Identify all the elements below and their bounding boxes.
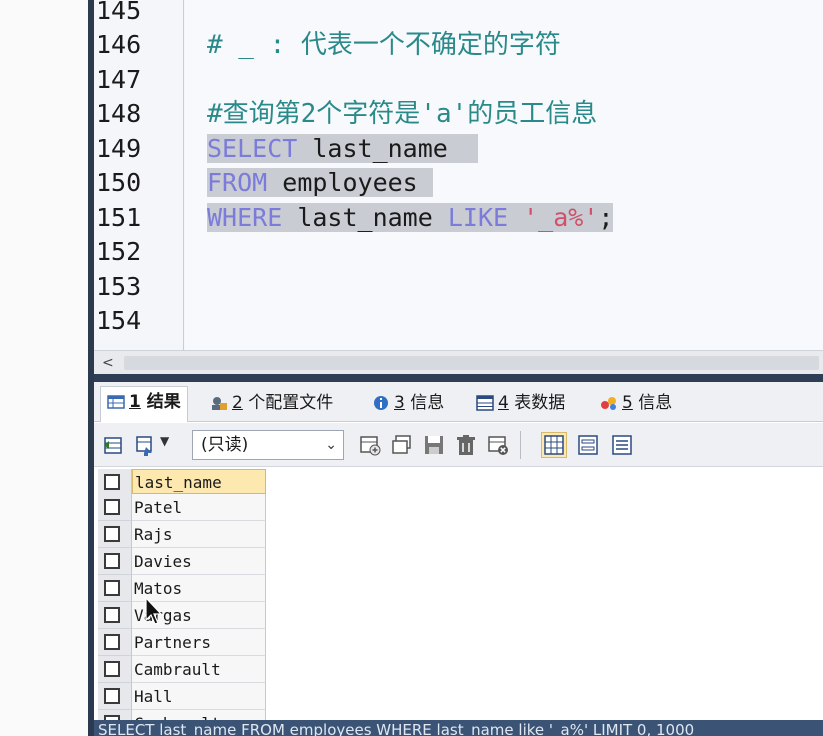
tab-profiles[interactable]: 2 个配置文件 <box>204 388 333 418</box>
line-number: 149 <box>96 134 142 163</box>
table-cell[interactable]: Cambrault <box>132 656 266 683</box>
info-icon <box>601 397 616 410</box>
row-checkbox[interactable] <box>104 661 120 677</box>
scroll-left-arrow[interactable]: < <box>102 351 114 375</box>
line-number: 145 <box>96 0 142 25</box>
row-checkbox[interactable] <box>104 688 120 704</box>
tab-results[interactable]: 1 结果 <box>100 386 188 422</box>
line-number: 151 <box>96 203 142 232</box>
code-line-select: SELECT last_name <box>207 132 478 166</box>
comment-line: #查询第2个字符是'a'的员工信息 <box>207 99 598 129</box>
mouse-cursor-icon <box>145 596 163 625</box>
keyword-like: LIKE <box>447 203 509 232</box>
save-icon[interactable] <box>422 433 446 457</box>
table-cell[interactable]: Rajs <box>132 521 266 548</box>
text-view-icon[interactable] <box>610 433 634 457</box>
line-number: 150 <box>96 168 142 197</box>
panel-splitter[interactable] <box>94 374 823 382</box>
row-header[interactable] <box>98 629 132 656</box>
result-grid[interactable]: last_name Patel Rajs Davies Matos Vargas… <box>94 467 823 736</box>
line-number: 154 <box>96 306 142 335</box>
grid-view-icon[interactable] <box>541 432 567 458</box>
table-cell[interactable]: Davies <box>132 548 266 575</box>
sql-editor[interactable]: 145 146 147 148 149 150 151 152 153 154 … <box>94 0 823 350</box>
table-cell[interactable]: Partners <box>132 629 266 656</box>
status-query-text: SELECT last_name FROM employees WHERE la… <box>98 721 695 736</box>
export-icon[interactable] <box>102 433 126 457</box>
keyword-select: SELECT <box>207 134 298 163</box>
select-value: (只读) <box>201 435 249 455</box>
line-number: 148 <box>96 99 142 128</box>
profile-icon <box>212 397 227 410</box>
like-pattern: '_a%' <box>523 203 599 232</box>
delete-icon[interactable] <box>454 433 478 457</box>
line-number: 152 <box>96 237 142 266</box>
tab-label: 个配置文件 <box>248 393 334 413</box>
duplicate-row-icon[interactable] <box>390 433 414 457</box>
select-column: last_name <box>297 134 448 163</box>
row-checkbox[interactable] <box>104 499 120 515</box>
row-checkbox[interactable] <box>104 607 120 623</box>
tab-label: 结果 <box>146 392 181 412</box>
toolbar-divider <box>520 431 521 459</box>
keyword-from: FROM <box>207 168 268 197</box>
add-row-icon[interactable] <box>358 433 382 457</box>
row-checkbox[interactable] <box>104 634 120 650</box>
row-checkbox[interactable] <box>104 553 120 569</box>
readonly-mode-select[interactable]: (只读) ⌄ <box>192 430 344 460</box>
code-line-where: WHERE last_name LIKE '_a%'; <box>207 201 614 235</box>
row-header[interactable] <box>98 656 132 683</box>
code-line-from: FROM employees <box>207 166 433 200</box>
row-header[interactable] <box>98 575 132 602</box>
tab-info-2[interactable]: 5 信息 <box>594 388 672 418</box>
row-header[interactable] <box>98 521 132 548</box>
row-checkbox[interactable] <box>104 526 120 542</box>
status-bar: SELECT last_name FROM employees WHERE la… <box>94 720 823 736</box>
keyword-where: WHERE <box>207 203 283 232</box>
tab-number: 2 <box>232 393 243 413</box>
row-checkbox[interactable] <box>104 580 120 596</box>
where-column: last_name <box>282 203 448 232</box>
line-number-gutter: 145 146 147 148 149 150 151 152 153 154 <box>94 0 184 350</box>
chevron-down-icon[interactable]: ▼ <box>160 434 169 448</box>
result-toolbar: ▼ (只读) ⌄ <box>94 423 823 467</box>
tab-label: 信息 <box>638 393 673 413</box>
tab-number: 3 <box>394 393 405 413</box>
result-tabs: 1 结果 2 个配置文件 3 信息 4 表数据 5 信息 <box>94 382 823 422</box>
cancel-changes-icon[interactable] <box>486 433 510 457</box>
tab-number: 4 <box>498 393 509 413</box>
line-number: 146 <box>96 30 142 59</box>
tab-info[interactable]: 3 信息 <box>366 388 444 418</box>
tab-number: 1 <box>129 392 141 412</box>
form-view-icon[interactable] <box>576 433 600 457</box>
tab-label: 信息 <box>410 393 445 413</box>
line-number: 147 <box>96 65 142 94</box>
table-cell[interactable]: Hall <box>132 683 266 710</box>
result-table-icon <box>107 395 125 409</box>
select-all-checkbox[interactable] <box>104 474 120 490</box>
table-data-icon <box>476 395 494 411</box>
horizontal-scrollbar[interactable]: < <box>94 350 823 374</box>
select-all-header[interactable] <box>98 469 132 496</box>
row-header[interactable] <box>98 602 132 629</box>
chevron-down-icon: ⌄ <box>325 437 337 453</box>
tab-number: 5 <box>622 393 633 413</box>
comment-line: # _ : 代表一个不确定的字符 <box>207 30 561 60</box>
line-number: 153 <box>96 272 142 301</box>
info-icon <box>374 396 388 410</box>
row-header[interactable] <box>98 494 132 521</box>
table-cell[interactable]: Patel <box>132 494 266 521</box>
tab-table-data[interactable]: 4 表数据 <box>470 388 565 418</box>
column-header-last-name[interactable]: last_name <box>132 469 266 494</box>
import-icon[interactable] <box>134 433 158 457</box>
row-header[interactable] <box>98 548 132 575</box>
semicolon: ; <box>598 203 614 232</box>
row-header[interactable] <box>98 683 132 710</box>
video-left-margin <box>0 0 88 736</box>
from-table: employees <box>267 168 418 197</box>
scrollbar-track[interactable] <box>124 356 819 370</box>
tab-label: 表数据 <box>514 393 566 413</box>
code-area[interactable]: # _ : 代表一个不确定的字符 #查询第2个字符是'a'的员工信息 SELEC… <box>185 0 823 350</box>
